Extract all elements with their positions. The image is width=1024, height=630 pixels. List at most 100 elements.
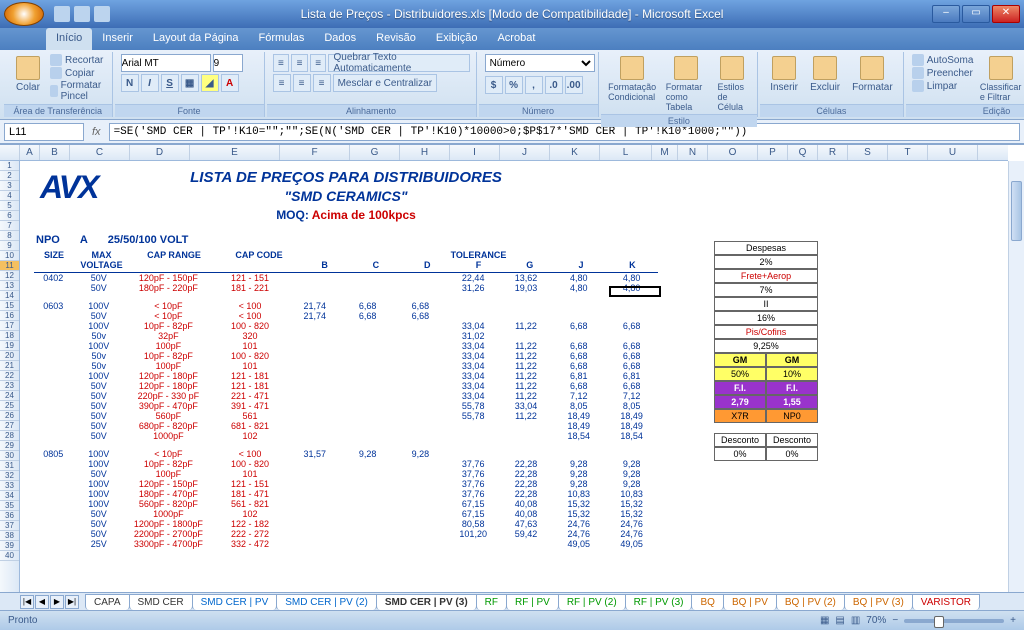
autosum-button[interactable]: AutoSoma: [912, 54, 974, 66]
align-top-icon[interactable]: ≡: [273, 54, 290, 72]
percent-icon[interactable]: %: [505, 76, 523, 94]
underline-button[interactable]: S: [161, 74, 179, 92]
tab-layout[interactable]: Layout da Página: [143, 28, 249, 50]
tab-nav-first[interactable]: |◀: [20, 595, 34, 609]
close-button[interactable]: ✕: [992, 5, 1020, 23]
eraser-icon: [912, 80, 924, 92]
inc-decimal-icon[interactable]: .0: [545, 76, 563, 94]
tab-nav-last[interactable]: ▶|: [65, 595, 79, 609]
doc-title-1: LISTA DE PREÇOS PARA DISTRIBUIDORES: [34, 169, 658, 186]
clear-button[interactable]: Limpar: [912, 80, 974, 92]
view-normal-icon[interactable]: ▦: [820, 615, 829, 626]
wrap-text-button[interactable]: Quebrar Texto Automaticamente: [328, 54, 469, 72]
sheet-tab[interactable]: RF | PV (3): [625, 594, 693, 610]
fill-button[interactable]: Preencher: [912, 67, 974, 79]
row-headers: 1234567891011121314151617181920212223242…: [0, 161, 20, 592]
sheet-tab[interactable]: CAPA: [85, 594, 130, 610]
number-format-select[interactable]: Número: [485, 54, 595, 72]
sheet-tab[interactable]: SMD CER | PV (3): [376, 594, 477, 610]
align-center-icon[interactable]: ≡: [293, 74, 311, 92]
sheet-tab[interactable]: SMD CER | PV (2): [276, 594, 377, 610]
sheet-tab[interactable]: BQ: [691, 594, 723, 610]
table-row: 040250V120pF - 150pF121 - 15122,4413,624…: [34, 273, 658, 283]
sheet-tab[interactable]: BQ | PV (3): [844, 594, 913, 610]
paste-button[interactable]: Colar: [10, 54, 46, 95]
sheet-tab[interactable]: SMD CER: [129, 594, 193, 610]
format-button[interactable]: Formatar: [848, 54, 897, 95]
insert-icon: [772, 56, 796, 80]
sheet-tab[interactable]: BQ | PV (2): [776, 594, 845, 610]
tab-formulas[interactable]: Fórmulas: [249, 28, 315, 50]
sheet-tab[interactable]: RF | PV (2): [558, 594, 626, 610]
vertical-scrollbar[interactable]: [1008, 161, 1024, 592]
tab-dados[interactable]: Dados: [314, 28, 366, 50]
qat-save-icon[interactable]: [54, 6, 70, 22]
tab-inserir[interactable]: Inserir: [92, 28, 143, 50]
tab-nav-next[interactable]: ▶: [50, 595, 64, 609]
border-button[interactable]: ▦: [181, 74, 199, 92]
sheet-tab[interactable]: SMD CER | PV: [192, 594, 278, 610]
formula-input[interactable]: =SE('SMD CER | TP'!K10="";"";SE(N('SMD C…: [109, 123, 1020, 141]
table-row: 50V680pF - 820pF681 - 82118,4918,49: [34, 421, 658, 431]
office-button[interactable]: [4, 2, 44, 26]
cut-button[interactable]: Recortar: [50, 54, 106, 66]
view-layout-icon[interactable]: ▤: [835, 615, 844, 626]
sort-filter-button[interactable]: Classificar e Filtrar: [977, 54, 1023, 104]
side-params: Despesas 2% Frete+Aerop 7% II 16% Pis/Co…: [714, 241, 818, 461]
delete-icon: [813, 56, 837, 80]
qat-redo-icon[interactable]: [94, 6, 110, 22]
merge-center-button[interactable]: Mesclar e Centralizar: [333, 74, 437, 92]
zoom-out-button[interactable]: −: [892, 615, 898, 626]
document-content: AVX LISTA DE PREÇOS PARA DISTRIBUIDORES …: [34, 163, 658, 549]
minimize-button[interactable]: –: [932, 5, 960, 23]
align-left-icon[interactable]: ≡: [273, 74, 291, 92]
copy-button[interactable]: Copiar: [50, 67, 106, 79]
insert-button[interactable]: Inserir: [766, 54, 802, 95]
sheet-tab[interactable]: BQ | PV: [723, 594, 777, 610]
name-box[interactable]: L11: [4, 123, 84, 141]
sheet-tabs: |◀ ◀ ▶ ▶| CAPASMD CERSMD CER | PVSMD CER…: [0, 592, 1024, 610]
status-bar: Pronto ▦ ▤ ▥ 70% − +: [0, 610, 1024, 630]
currency-icon[interactable]: $: [485, 76, 503, 94]
fill-color-button[interactable]: ◢: [201, 74, 219, 92]
paste-icon: [16, 56, 40, 80]
tab-acrobat[interactable]: Acrobat: [487, 28, 545, 50]
sheet-tab[interactable]: RF: [476, 594, 507, 610]
align-bot-icon[interactable]: ≡: [310, 54, 327, 72]
format-painter-button[interactable]: Formatar Pincel: [50, 80, 106, 102]
zoom-in-button[interactable]: +: [1010, 615, 1016, 626]
table-header: SIZE MAX VOLTAGE CAP RANGE CAP CODE TOLE…: [34, 248, 658, 273]
comma-icon[interactable]: ,: [525, 76, 543, 94]
view-break-icon[interactable]: ▥: [851, 615, 860, 626]
tab-nav-prev[interactable]: ◀: [35, 595, 49, 609]
sheet-tab[interactable]: VARISTOR: [912, 594, 980, 610]
cell-styles-button[interactable]: Estilos de Célula: [713, 54, 751, 114]
spreadsheet-grid[interactable]: ABCDEFGHIJKLMNOPQRSTU 123456789101112131…: [0, 144, 1024, 592]
align-right-icon[interactable]: ≡: [313, 74, 331, 92]
zoom-level[interactable]: 70%: [866, 615, 886, 626]
qat-undo-icon[interactable]: [74, 6, 90, 22]
delete-button[interactable]: Excluir: [806, 54, 844, 95]
cells-area[interactable]: AVX LISTA DE PREÇOS PARA DISTRIBUIDORES …: [20, 161, 1008, 592]
tab-revisao[interactable]: Revisão: [366, 28, 426, 50]
sheet-tab[interactable]: RF | PV: [506, 594, 559, 610]
sort-icon: [989, 56, 1013, 80]
tab-inicio[interactable]: Início: [46, 28, 92, 50]
window-title: Lista de Preços - Distribuidores.xls [Mo…: [301, 7, 724, 21]
group-label: Área de Transferência: [4, 104, 112, 117]
zoom-slider[interactable]: [904, 619, 1004, 623]
table-row: 50V2200pF - 2700pF222 - 272101,2059,4224…: [34, 529, 658, 539]
tab-exibicao[interactable]: Exibição: [426, 28, 488, 50]
font-name-input[interactable]: [121, 54, 211, 72]
italic-button[interactable]: I: [141, 74, 159, 92]
font-size-input[interactable]: [213, 54, 243, 72]
table-row: 50V120pF - 180pF121 - 18133,0411,226,686…: [34, 381, 658, 391]
cond-format-button[interactable]: Formatação Condicional: [607, 54, 658, 104]
font-color-button[interactable]: A: [221, 74, 239, 92]
maximize-button[interactable]: ▭: [962, 5, 990, 23]
align-mid-icon[interactable]: ≡: [291, 54, 308, 72]
fx-icon[interactable]: fx: [88, 126, 105, 138]
format-table-button[interactable]: Formatar como Tabela: [662, 54, 710, 114]
dec-decimal-icon[interactable]: .00: [565, 76, 583, 94]
bold-button[interactable]: N: [121, 74, 139, 92]
